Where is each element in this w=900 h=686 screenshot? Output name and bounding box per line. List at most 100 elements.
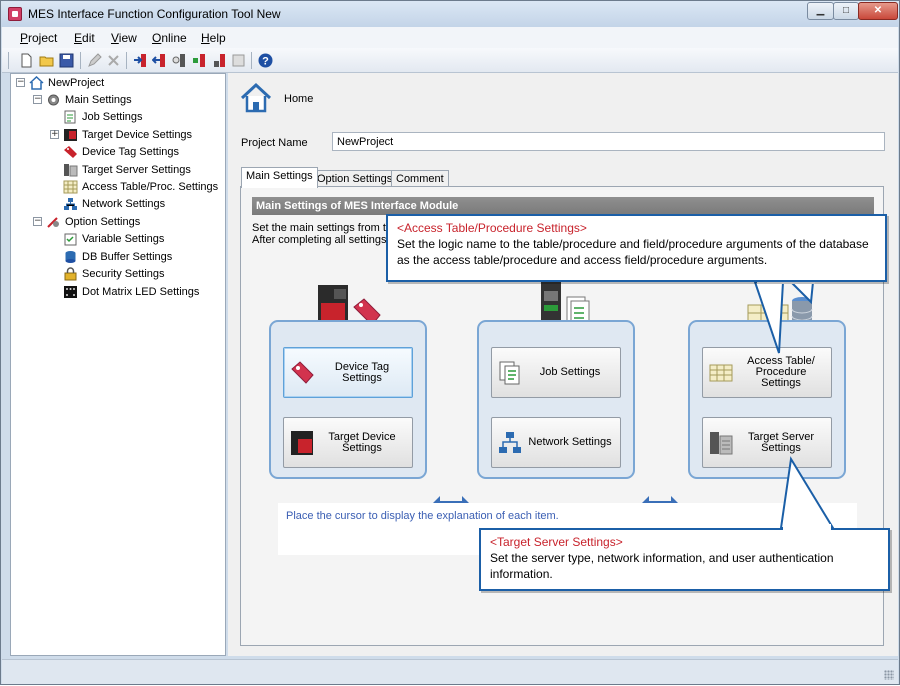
app-icon xyxy=(8,7,22,21)
help-icon[interactable]: ? xyxy=(258,53,273,68)
tag-icon xyxy=(291,361,314,384)
status-bar xyxy=(2,659,898,684)
server-icon xyxy=(710,432,733,455)
menu-view-label: View xyxy=(111,31,137,45)
toolbar-separator xyxy=(80,52,81,69)
button-label: Device Tag Settings xyxy=(334,360,390,384)
callout-joint xyxy=(783,524,831,532)
module-diagnostics-icon[interactable] xyxy=(212,53,227,68)
menu-edit-label: Edit xyxy=(74,31,95,45)
tab-comment[interactable]: Comment xyxy=(391,170,449,187)
window-title: MES Interface Function Configuration Too… xyxy=(28,7,281,21)
home-icon[interactable] xyxy=(240,82,272,114)
menu-project[interactable]: Project xyxy=(20,31,57,45)
tree-collapse-toggle[interactable]: − xyxy=(16,78,25,87)
project-name-input[interactable] xyxy=(332,132,885,151)
home-icon xyxy=(29,76,44,90)
close-button[interactable]: ✕ xyxy=(858,2,898,20)
read-from-module-icon[interactable] xyxy=(152,53,167,68)
button-label: Access Table/ Procedure Settings xyxy=(747,355,815,389)
toolbar-separator xyxy=(251,52,252,69)
tree-label: Option Settings xyxy=(65,216,141,228)
section-header: Main Settings of MES Interface Module xyxy=(252,197,874,215)
tree-label: Device Tag Settings xyxy=(82,146,180,158)
svg-text:?: ? xyxy=(262,56,269,68)
tree-label: Variable Settings xyxy=(82,233,165,245)
maximize-button[interactable]: □ xyxy=(833,2,859,20)
tree-label: Target Server Settings xyxy=(82,164,191,176)
tree-label: Dot Matrix LED Settings xyxy=(82,286,200,298)
tab-option-settings[interactable]: Option Settings xyxy=(312,170,398,187)
toolbar-separator xyxy=(126,52,127,69)
close-icon: ✕ xyxy=(873,5,883,16)
tree-collapse-toggle[interactable]: − xyxy=(33,217,42,226)
callout-body: Set the server type, network information… xyxy=(490,551,834,581)
toolbar: ? xyxy=(2,48,898,73)
section-description: Set the main settings from th After comp… xyxy=(252,222,392,246)
menu-edit[interactable]: Edit xyxy=(74,31,95,45)
remote-operation-icon[interactable] xyxy=(192,53,207,68)
tree-collapse-toggle[interactable]: − xyxy=(33,95,42,104)
tab-label: Comment xyxy=(396,173,444,185)
description-line: Set the main settings from th xyxy=(252,222,393,234)
target-server-settings-button[interactable]: Target Server Settings xyxy=(702,417,832,468)
tree-root-label: NewProject xyxy=(48,77,105,89)
target-server-callout: <Target Server Settings> Set the server … xyxy=(479,528,890,591)
format-icon[interactable] xyxy=(231,53,246,68)
menu-bar: Project Edit View Online Help xyxy=(2,27,898,48)
tab-main-settings[interactable]: Main Settings xyxy=(241,167,318,188)
job-settings-icon xyxy=(499,361,520,385)
project-tree: − NewProject − Main Settings Job Setting… xyxy=(10,73,226,656)
device-tag-settings-button[interactable]: Device Tag Settings xyxy=(283,347,413,398)
target-device-settings-button[interactable]: Target Device Settings xyxy=(283,417,413,468)
save-icon[interactable] xyxy=(59,53,74,68)
plc-device-icon xyxy=(64,129,77,141)
menu-help-label: Help xyxy=(201,31,226,45)
maximize-icon: □ xyxy=(842,5,850,16)
menu-help[interactable]: Help xyxy=(201,31,226,45)
plc-device-icon xyxy=(291,431,313,455)
gear-icon xyxy=(48,94,59,106)
network-icon xyxy=(499,432,521,453)
tree-label: Network Settings xyxy=(82,198,166,210)
callout-title: <Target Server Settings> xyxy=(490,535,623,549)
job-settings-button[interactable]: Job Settings xyxy=(491,347,621,398)
database-buffer-icon xyxy=(65,251,76,263)
write-to-module-icon[interactable] xyxy=(133,53,148,68)
edit-icon[interactable] xyxy=(87,53,102,68)
toolbar-grip xyxy=(8,52,9,69)
description-line: After completing all settings, xyxy=(252,234,390,246)
new-file-icon[interactable] xyxy=(19,53,34,68)
tree-label: Target Device Settings xyxy=(82,129,193,141)
server-icon xyxy=(64,164,78,177)
menu-online[interactable]: Online xyxy=(152,31,187,45)
table-icon xyxy=(63,180,78,194)
verify-icon[interactable] xyxy=(172,53,187,68)
access-table-settings-button[interactable]: Access Table/ Procedure Settings xyxy=(702,347,832,398)
tree-label: Main Settings xyxy=(65,94,132,106)
led-matrix-icon xyxy=(64,286,77,298)
tab-label: Option Settings xyxy=(317,173,393,185)
menu-view[interactable]: View xyxy=(111,31,137,45)
tab-label: Main Settings xyxy=(246,170,313,182)
resize-grip-icon[interactable] xyxy=(884,670,894,680)
tree-expand-toggle[interactable]: + xyxy=(50,130,59,139)
project-name-label: Project Name xyxy=(241,137,308,149)
title-bar: MES Interface Function Configuration Too… xyxy=(1,1,899,27)
option-settings-icon xyxy=(47,217,59,228)
tree-label: DB Buffer Settings xyxy=(82,251,173,263)
table-icon xyxy=(709,364,733,382)
open-folder-icon[interactable] xyxy=(39,53,54,68)
menu-project-label: Project xyxy=(20,31,58,45)
minimize-button[interactable]: ▁ xyxy=(807,2,834,20)
job-settings-group: Job Settings Network Settings xyxy=(477,320,635,479)
delete-icon[interactable] xyxy=(106,53,121,68)
callout-title: <Access Table/Procedure Settings> xyxy=(397,221,587,235)
network-icon xyxy=(64,198,77,210)
variable-icon xyxy=(64,233,77,246)
device-settings-group: Device Tag Settings Target Device Settin… xyxy=(269,320,427,479)
button-label: Job Settings xyxy=(539,366,601,378)
network-settings-button[interactable]: Network Settings xyxy=(491,417,621,468)
home-label: Home xyxy=(284,93,314,105)
callout-body: Set the logic name to the table/procedur… xyxy=(397,237,869,267)
